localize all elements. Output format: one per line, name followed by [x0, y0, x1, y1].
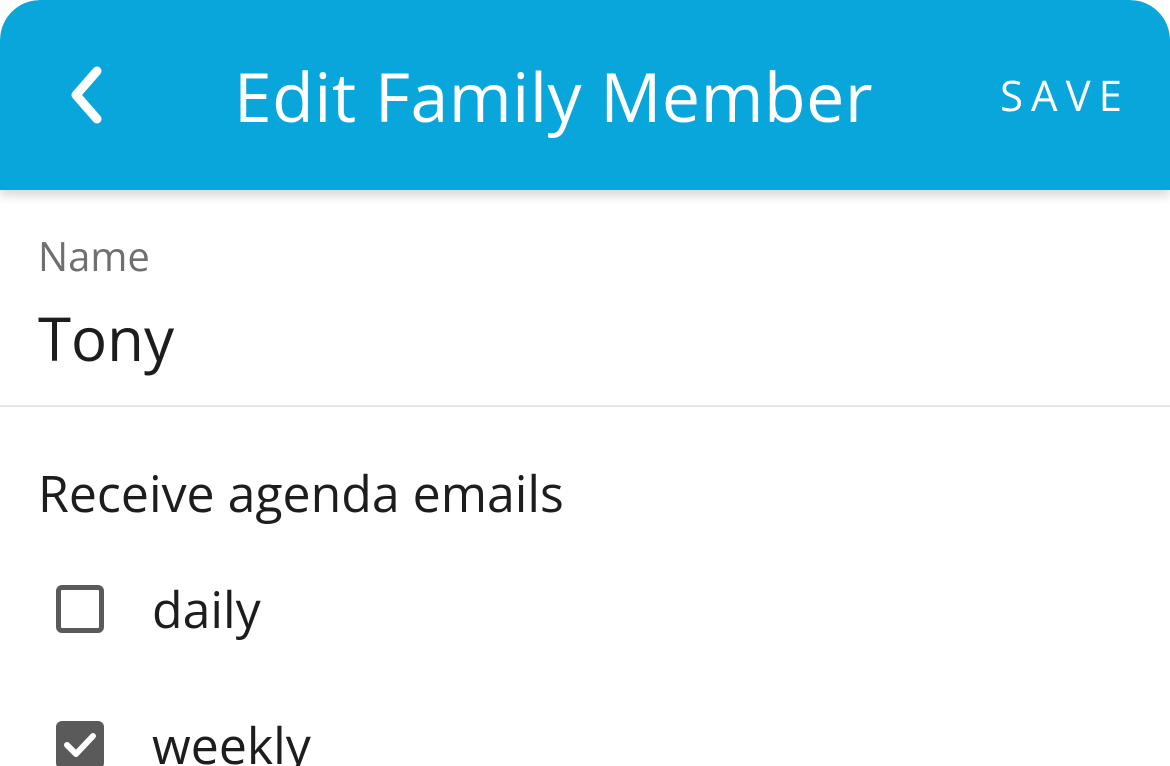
name-section: Name — [0, 200, 1170, 407]
checkbox-daily-label: daily — [152, 575, 261, 643]
form-content: Name Receive agenda emails daily — [0, 190, 1170, 766]
chevron-left-icon — [68, 66, 102, 124]
checkbox-weekly-label: weekly — [152, 711, 311, 766]
checkbox-daily[interactable] — [56, 585, 104, 633]
page-title: Edit Family Member — [115, 49, 992, 142]
check-icon — [64, 732, 96, 758]
app-screen: Edit Family Member SAVE Name Receive age… — [0, 0, 1170, 766]
checkbox-weekly[interactable] — [56, 721, 104, 766]
agenda-option-daily[interactable]: daily — [38, 567, 1132, 651]
agenda-section-label: Receive agenda emails — [38, 459, 1132, 527]
app-header: Edit Family Member SAVE — [0, 0, 1170, 190]
name-field-label: Name — [38, 228, 1132, 283]
save-button[interactable]: SAVE — [992, 57, 1130, 134]
back-button[interactable] — [55, 55, 115, 135]
agenda-section: Receive agenda emails daily weekly — [0, 407, 1170, 766]
agenda-option-weekly[interactable]: weekly — [38, 703, 1132, 766]
name-input[interactable] — [38, 295, 1132, 381]
